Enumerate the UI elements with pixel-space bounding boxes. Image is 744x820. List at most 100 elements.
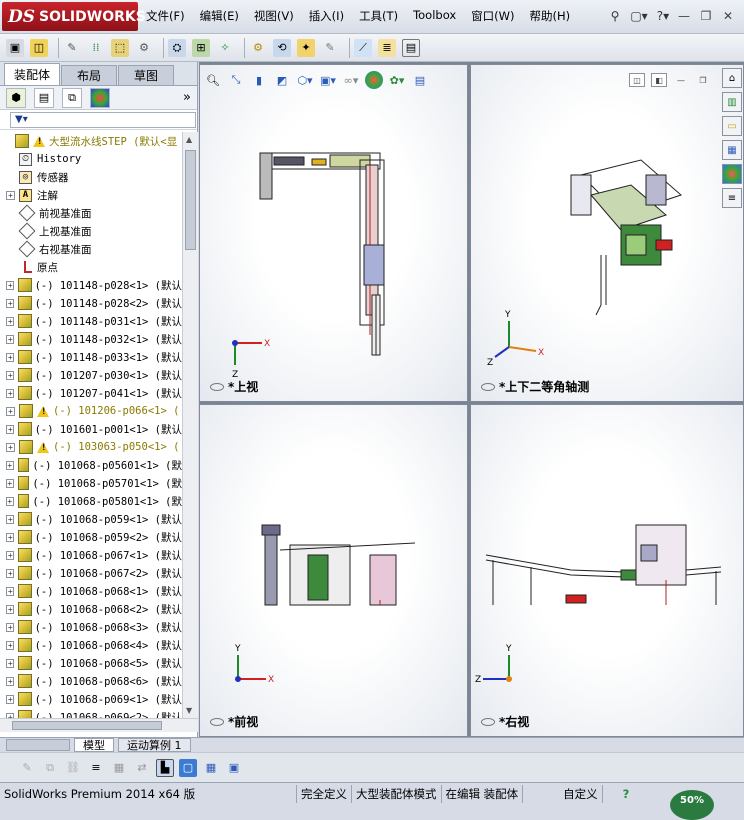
expand-toggle-icon[interactable]: + — [6, 352, 15, 362]
pin-icon[interactable]: ⚲ — [606, 7, 624, 25]
viewport-front[interactable]: Y X *前视 — [199, 404, 468, 737]
tree-row[interactable]: + (-) 101068-p068<5> (默认 — [0, 654, 182, 672]
menu-view[interactable]: 视图(V) — [254, 8, 294, 24]
expand-toggle-icon[interactable]: + — [6, 496, 14, 506]
view-palette-icon[interactable]: ▦ — [722, 140, 742, 160]
sketch-icon[interactable]: ✎ — [321, 39, 339, 57]
custom-properties-icon[interactable]: ≡ — [722, 188, 742, 208]
expand-toggle-icon[interactable]: + — [6, 514, 15, 524]
menu-tools[interactable]: 工具(T) — [359, 8, 398, 24]
design-library-icon[interactable]: ▥ — [722, 92, 742, 112]
tree-vertical-scrollbar[interactable]: ▲ ▼ — [182, 132, 198, 718]
filter-input[interactable]: ▼▾ — [10, 111, 196, 128]
expand-toggle-icon[interactable]: + — [6, 442, 15, 452]
configuration-manager-icon[interactable]: ⧉ — [62, 87, 82, 108]
swap-icon[interactable]: ⇄ — [133, 759, 151, 777]
menu-insert[interactable]: 插入(I) — [309, 8, 344, 24]
hide-show-icon[interactable]: ∞▾ — [342, 71, 360, 89]
scrollbar-thumb[interactable] — [185, 150, 196, 250]
expand-toggle-icon[interactable]: + — [6, 568, 15, 578]
expand-toggle-icon[interactable]: + — [6, 460, 14, 470]
mate-icon[interactable]: ⚙ — [249, 39, 267, 57]
viewport-right[interactable]: Y Z *右视 — [470, 404, 744, 737]
expand-toggle-icon[interactable]: + — [6, 586, 15, 596]
view-settings-icon[interactable]: ▤ — [411, 71, 429, 89]
cube-icon[interactable]: ▢ — [179, 758, 197, 777]
graphics-area[interactable]: 🔍︎ ⤡ ▮ ◩ ⬡▾ ▣▾ ∞▾ ✿▾ ▤ X Z *上视 ◫ ◧ — ❐ Y… — [199, 62, 744, 737]
zoom-area-icon[interactable]: ⤡ — [227, 71, 245, 89]
snap-icon[interactable]: ⁞⁞ — [87, 39, 105, 57]
expand-toggle-icon[interactable]: + — [6, 406, 15, 416]
tree-row[interactable]: + (-) 101068-p068<6> (默认 — [0, 672, 182, 690]
vp-restore-icon[interactable]: ❐ — [695, 73, 711, 87]
expand-toggle-icon[interactable]: + — [6, 388, 15, 398]
expand-toggle-icon[interactable]: + — [6, 370, 15, 380]
open-icon[interactable]: ◫ — [30, 38, 48, 57]
expand-toggle-icon[interactable]: + — [6, 190, 15, 200]
hscrollbar-thumb[interactable] — [12, 721, 162, 730]
tree-row[interactable]: 原点 — [0, 258, 182, 276]
tree-row[interactable]: + (-) 101068-p068<1> (默认 — [0, 582, 182, 600]
table-icon[interactable]: ▦ — [110, 759, 128, 777]
display-icon[interactable]: ✧ — [216, 39, 234, 57]
tree-row[interactable]: + (-) 101148-p028<2> (默认 — [0, 294, 182, 312]
scroll-up-icon[interactable]: ▲ — [186, 135, 192, 144]
vp-minimize-icon[interactable]: — — [673, 73, 689, 87]
tree-row[interactable]: + (-) 101148-p032<1> (默认 — [0, 330, 182, 348]
expand-toggle-icon[interactable]: + — [6, 694, 15, 704]
tab-navigation-arrows[interactable] — [6, 739, 70, 751]
tree-row[interactable]: + (-) 101206-p066<1> ( — [0, 402, 182, 420]
edit-appearance-icon[interactable] — [365, 71, 383, 89]
options-icon[interactable]: ⚙ — [135, 39, 153, 57]
property-manager-icon[interactable]: ▤ — [34, 87, 54, 108]
tree-row[interactable]: + (-) 101148-p033<1> (默认 — [0, 348, 182, 366]
single-view-icon[interactable]: ◫ — [629, 73, 645, 87]
tree-row[interactable]: + (-) 101068-p068<2> (默认 — [0, 600, 182, 618]
restore-button[interactable]: ❐ — [696, 7, 716, 25]
expand-toggle-icon[interactable]: + — [6, 622, 15, 632]
expand-toggle-icon[interactable]: + — [6, 550, 15, 560]
expand-toggle-icon[interactable]: + — [6, 676, 15, 686]
home-icon[interactable]: ⌂ — [722, 68, 742, 88]
scroll-down-icon[interactable]: ▼ — [186, 706, 192, 715]
tree-row[interactable]: + (-) 101068-p05701<1> (默 — [0, 474, 182, 492]
expand-toggle-icon[interactable]: + — [6, 316, 15, 326]
view-orientation-icon[interactable]: ⬡▾ — [296, 71, 314, 89]
link-icon[interactable]: ⛓ — [64, 759, 82, 777]
explode-icon[interactable]: ⊞ — [192, 38, 210, 57]
viewport-isometric[interactable]: ◫ ◧ — ❐ ✕ Y — [470, 64, 744, 402]
smart-fasteners-icon[interactable]: ⛭ — [168, 38, 186, 57]
tab-model[interactable]: 模型 — [74, 738, 114, 752]
list-icon[interactable]: ≡ — [87, 759, 105, 777]
tree-row[interactable]: ⏲ History — [0, 150, 182, 168]
tree-row[interactable]: 前视基准面 — [0, 204, 182, 222]
rebuild-icon[interactable]: ⟲ — [273, 38, 291, 57]
tree-row[interactable]: ◎ 传感器 — [0, 168, 182, 186]
help-icon[interactable]: ?▾ — [654, 7, 672, 25]
tree-row[interactable]: + (-) 101068-p059<2> (默认 — [0, 528, 182, 546]
tree-row[interactable]: + (-) 101148-p031<1> (默认 — [0, 312, 182, 330]
tree-row[interactable]: + (-) 101207-p030<1> (默认 — [0, 366, 182, 384]
expand-toggle-icon[interactable]: + — [6, 334, 15, 344]
expand-toggle-icon[interactable]: + — [6, 640, 15, 650]
tab-layout[interactable]: 布局 — [61, 65, 117, 85]
tree-row[interactable]: + (-) 101068-p059<1> (默认 — [0, 510, 182, 528]
two-view-icon[interactable]: ◧ — [651, 73, 667, 87]
tree-row[interactable]: + (-) 101068-p05801<1> (默 — [0, 492, 182, 510]
tab-sketch[interactable]: 草图 — [118, 65, 174, 85]
previous-view-icon[interactable]: ▮ — [250, 71, 268, 89]
appearances-icon[interactable] — [722, 164, 742, 184]
chart-icon[interactable]: ▙ — [156, 758, 174, 777]
tree-row[interactable]: 右视基准面 — [0, 240, 182, 258]
close-button[interactable]: ✕ — [718, 7, 738, 25]
status-custom[interactable]: 自定义 — [522, 785, 602, 803]
tree-row[interactable]: + (-) 103063-p050<1> ( — [0, 438, 182, 456]
expand-toggle-icon[interactable]: + — [6, 424, 15, 434]
measure-icon[interactable]: ⟋ — [354, 38, 372, 57]
tree-row[interactable]: + (-) 101068-p068<3> (默认 — [0, 618, 182, 636]
expand-toggle-icon[interactable]: + — [6, 478, 14, 488]
paint-icon[interactable]: ✎ — [63, 39, 81, 57]
expand-toggle-icon[interactable]: + — [6, 280, 15, 290]
tab-assembly[interactable]: 装配体 — [4, 63, 60, 85]
menu-help[interactable]: 帮助(H) — [530, 8, 571, 24]
